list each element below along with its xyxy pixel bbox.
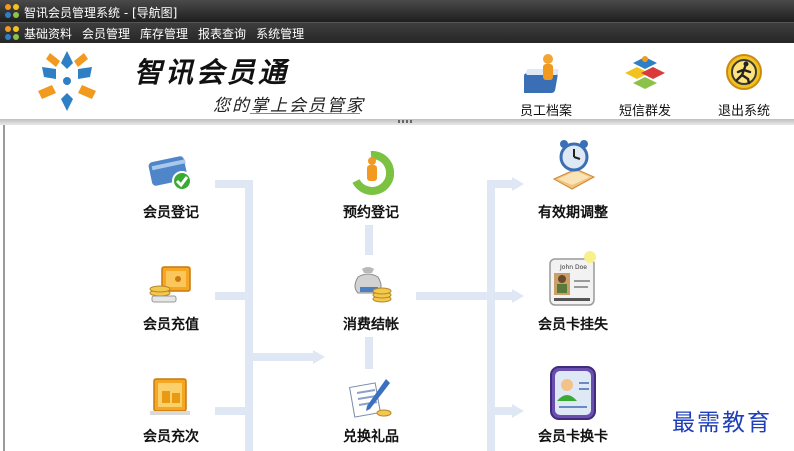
member-register-label: 会员登记 <box>143 205 199 221</box>
id-card-icon: John Doe <box>549 251 596 306</box>
validity-adjust-label: 有效期调整 <box>538 205 608 221</box>
sms-blocks-icon <box>625 56 665 89</box>
splitter-grip-icon[interactable] <box>398 120 412 123</box>
flow-line <box>215 180 249 188</box>
window-title: 智讯会员管理系统 - [导航图] <box>24 6 178 20</box>
member-card-check-icon <box>148 156 192 191</box>
sms-broadcast-button[interactable]: 短信群发 <box>609 49 681 119</box>
member-times-label: 会员充次 <box>143 429 199 445</box>
watermark-text: 最需教育 <box>672 410 772 436</box>
card-replace-label: 会员卡换卡 <box>538 429 608 445</box>
alarm-clock-calendar-icon <box>552 140 596 190</box>
menu-report-query[interactable]: 报表查询 <box>198 25 246 42</box>
card-lost-button[interactable]: John Doe 会员卡挂失 <box>523 251 623 333</box>
flow-arrow-icon <box>313 350 325 364</box>
reservation-figure-icon <box>352 151 394 195</box>
card-lost-label: 会员卡挂失 <box>538 317 608 333</box>
card-replace-button[interactable]: 会员卡换卡 <box>523 363 623 445</box>
document-pen-icon <box>349 379 392 418</box>
app-menu-icon[interactable] <box>4 25 20 41</box>
member-times-button[interactable]: 会员充次 <box>126 375 216 445</box>
flow-line <box>245 180 253 451</box>
sms-broadcast-label: 短信群发 <box>618 104 671 119</box>
header-banner: 智讯会员通 您的掌上会员管家 员工档案 短信群发 退出系统 <box>0 43 794 119</box>
member-recharge-label: 会员充值 <box>143 317 199 333</box>
flow-line <box>215 292 249 300</box>
safe-coins-icon <box>149 266 191 303</box>
brand-logo-icon <box>38 51 96 111</box>
title-bar: 智讯会员管理系统 - [导航图] <box>0 0 794 22</box>
flow-line <box>487 180 513 188</box>
panel-left-border <box>3 125 5 451</box>
brand-name: 智讯会员通 <box>134 56 290 89</box>
flow-line <box>365 337 373 369</box>
flow-line <box>215 407 249 415</box>
reservation-button[interactable]: 预约登记 <box>326 151 416 221</box>
redeem-gift-label: 兑换礼品 <box>343 429 399 445</box>
flow-line <box>249 353 315 361</box>
checkout-button[interactable]: 消费结帐 <box>326 263 416 333</box>
validity-adjust-button[interactable]: 有效期调整 <box>523 139 623 221</box>
menu-inventory-management[interactable]: 库存管理 <box>140 25 188 42</box>
reservation-label: 预约登记 <box>343 205 399 221</box>
card-name-text: John Doe <box>559 264 587 271</box>
staff-records-label: 员工档案 <box>519 104 572 119</box>
checkout-label: 消费结帐 <box>343 317 399 333</box>
menu-basic-data[interactable]: 基础资料 <box>24 25 72 42</box>
flow-line <box>365 225 373 255</box>
gold-safe-icon <box>150 378 190 415</box>
menu-member-management[interactable]: 会员管理 <box>82 25 130 42</box>
user-card-icon <box>550 366 596 420</box>
member-recharge-button[interactable]: 会员充值 <box>126 263 216 333</box>
exit-running-icon <box>726 54 762 90</box>
flow-line <box>487 407 513 415</box>
staff-book-icon <box>524 54 559 93</box>
menu-system-management[interactable]: 系统管理 <box>256 25 304 42</box>
member-register-button[interactable]: 会员登记 <box>126 151 216 221</box>
exit-system-button[interactable]: 退出系统 <box>708 49 780 119</box>
menu-bar: 基础资料 会员管理 库存管理 报表查询 系统管理 <box>0 22 794 43</box>
staff-records-button[interactable]: 员工档案 <box>510 49 582 119</box>
redeem-gift-button[interactable]: 兑换礼品 <box>326 375 416 445</box>
money-bag-coins-icon <box>354 267 392 303</box>
slogan-underline <box>250 113 360 114</box>
flow-line <box>416 292 512 300</box>
exit-system-label: 退出系统 <box>717 104 770 119</box>
app-logo-icon <box>5 4 19 18</box>
